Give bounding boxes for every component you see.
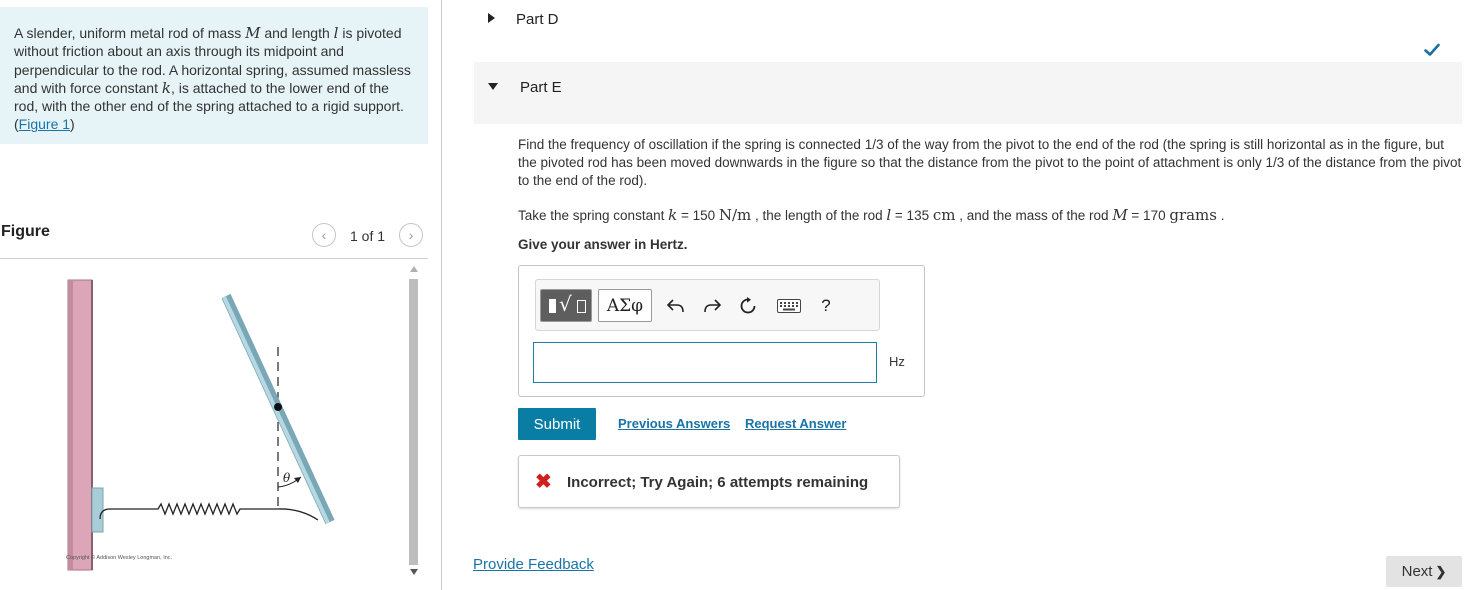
caret-right-icon	[488, 13, 495, 23]
var-mass: M	[245, 24, 261, 42]
math-toolbar: √ ΑΣφ ?	[535, 279, 880, 331]
template-box-icon	[577, 300, 586, 313]
provide-feedback-link[interactable]: Provide Feedback	[473, 556, 594, 573]
problem-text: )	[70, 116, 75, 133]
scroll-up-icon[interactable]	[410, 266, 418, 272]
answer-input[interactable]	[533, 342, 877, 383]
check-icon	[1424, 43, 1440, 56]
chevron-left-icon: ‹	[321, 227, 327, 243]
var-k: k	[668, 206, 678, 224]
problem-text: A slender, uniform metal rod of mass	[14, 25, 246, 41]
figure-pager: ‹ 1 of 1 ›	[312, 222, 424, 248]
next-figure-button[interactable]: ›	[399, 223, 424, 247]
caret-down-icon	[488, 83, 498, 90]
figure-scrollbar[interactable]	[406, 262, 424, 580]
templates-button[interactable]: √	[540, 289, 592, 322]
given-text: = 135	[891, 208, 933, 223]
spring-mount	[91, 487, 104, 533]
redo-icon[interactable]	[700, 293, 724, 319]
next-button[interactable]: Next ❯	[1386, 556, 1462, 587]
help-button[interactable]: ?	[816, 293, 836, 319]
error-x-icon: ✖	[535, 471, 552, 493]
question-text: Find the frequency of oscillation if the…	[518, 137, 1462, 188]
given-text: Take the spring constant	[518, 208, 669, 223]
figure-title: Figure	[1, 223, 50, 240]
submit-button[interactable]: Submit	[518, 408, 596, 440]
chevron-right-icon: ❯	[1435, 563, 1447, 579]
part-d-header[interactable]: Part D	[474, 0, 1462, 60]
given-text: = 150	[677, 208, 719, 223]
figure-count: 1 of 1	[350, 228, 386, 244]
given-text: , and the mass of the rod	[955, 208, 1113, 223]
column-divider	[441, 0, 442, 590]
figure-link[interactable]: Figure 1	[19, 116, 70, 132]
figure-header: Figure ‹ 1 of 1 ›	[0, 222, 428, 258]
part-e-header[interactable]: Part E	[474, 62, 1462, 124]
problem-statement: A slender, uniform metal rod of mass M a…	[0, 7, 428, 144]
pivot	[274, 403, 282, 411]
spring	[99, 502, 319, 521]
radical-icon: √	[559, 292, 572, 316]
keyboard-icon[interactable]	[774, 293, 804, 319]
var-k: k	[161, 78, 171, 97]
unit-length: cm	[932, 206, 956, 224]
divider	[0, 258, 428, 259]
part-e-label: Part E	[520, 79, 562, 96]
undo-icon[interactable]	[664, 293, 688, 319]
unit-k: N/m	[718, 206, 752, 224]
part-d-label: Part D	[516, 11, 559, 28]
reset-icon[interactable]	[736, 293, 760, 319]
problem-text: and length	[260, 25, 334, 41]
feedback-text: Incorrect; Try Again; 6 attempts remaini…	[567, 474, 869, 491]
given-text: .	[1216, 208, 1225, 223]
given-values: Take the spring constant k = 150 N/m , t…	[518, 206, 1225, 224]
request-answer-link[interactable]: Request Answer	[745, 416, 846, 431]
unit-mass: grams	[1169, 206, 1217, 224]
var-mass: M	[1112, 206, 1128, 224]
copyright-text: Copyright © Addison Wesley Longman, Inc.	[66, 555, 173, 561]
answer-instruction: Give your answer in Hertz.	[518, 237, 688, 252]
angle-label: θ	[283, 471, 291, 485]
template-block-icon	[549, 299, 556, 313]
answer-unit: Hz	[889, 354, 905, 369]
next-label: Next	[1401, 563, 1433, 580]
scroll-thumb[interactable]	[409, 279, 418, 565]
greek-symbols-button[interactable]: ΑΣφ	[598, 289, 652, 322]
prev-figure-button[interactable]: ‹	[312, 223, 336, 247]
previous-answers-link[interactable]: Previous Answers	[618, 416, 730, 431]
feedback-message: ✖ Incorrect; Try Again; 6 attempts remai…	[518, 455, 900, 508]
rod-spring-figure: θ	[67, 279, 335, 571]
answer-panel: √ ΑΣφ ? Hz	[518, 265, 925, 397]
scroll-down-icon[interactable]	[410, 569, 418, 575]
given-text: , the length of the rod	[751, 208, 887, 223]
chevron-right-icon: ›	[408, 227, 414, 243]
given-text: = 170	[1127, 208, 1170, 223]
